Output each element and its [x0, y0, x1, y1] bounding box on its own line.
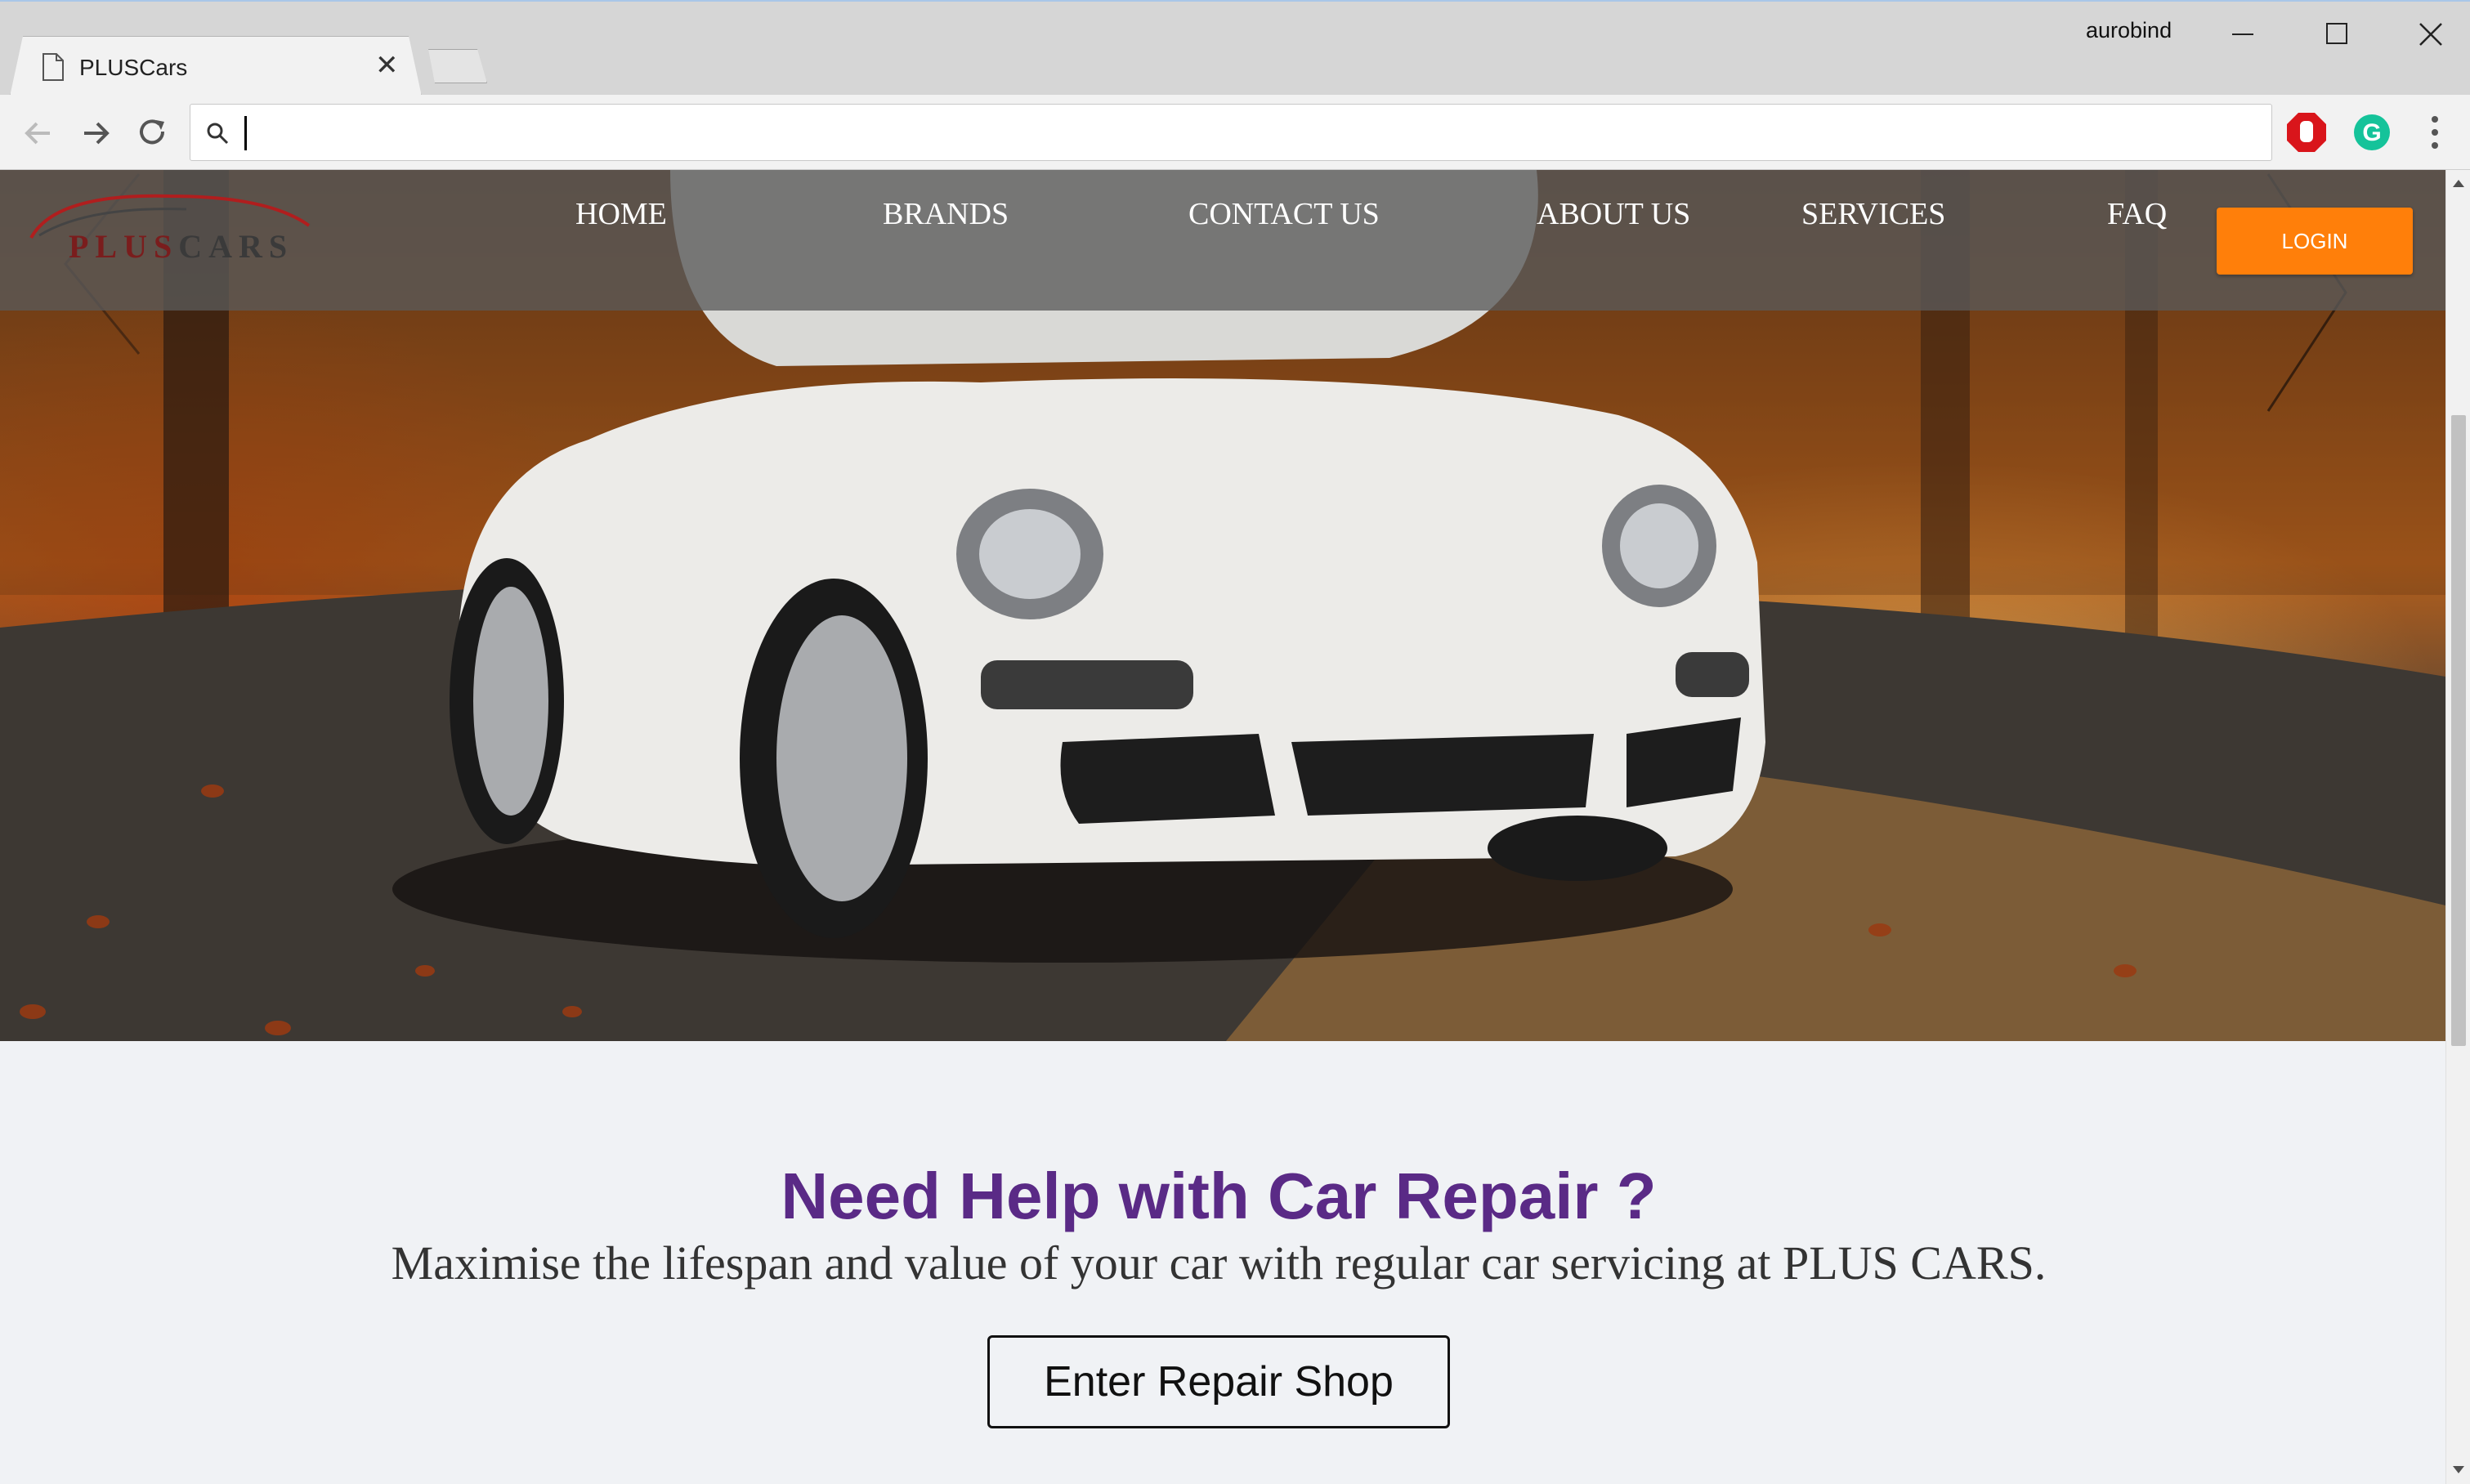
help-subtitle: Maximise the lifespan and value of your …	[391, 1236, 2047, 1290]
nav-home[interactable]: HOME	[575, 196, 667, 232]
nav-contact-us[interactable]: CONTACT US	[1188, 196, 1380, 232]
forward-icon[interactable]	[72, 110, 119, 157]
page-icon	[43, 53, 64, 81]
site-logo[interactable]: PLUSCARS	[23, 185, 317, 275]
page-scrollbar[interactable]	[2445, 170, 2470, 1484]
hero-carousel: PLUSCARS HOME BRANDS CONTACT US ABOUT US…	[0, 170, 2445, 1041]
close-icon[interactable]	[2390, 11, 2470, 57]
logo-text: PLUSCARS	[69, 227, 293, 266]
tab-close-icon[interactable]: ✕	[375, 51, 399, 79]
browser-tab[interactable]: PLUSCars ✕	[10, 36, 422, 96]
login-button[interactable]: LOGIN	[2217, 208, 2413, 275]
back-icon[interactable]	[15, 110, 62, 157]
site-navbar: PLUSCARS HOME BRANDS CONTACT US ABOUT US…	[0, 170, 2445, 311]
tab-title: PLUSCars	[79, 55, 188, 80]
minimize-icon[interactable]	[2204, 11, 2285, 57]
profile-name[interactable]: aurobind	[2086, 18, 2172, 43]
nav-services[interactable]: SERVICES	[1801, 196, 1945, 232]
scroll-down-icon[interactable]	[2453, 1466, 2464, 1473]
text-caret	[244, 116, 247, 150]
adblock-extension-icon[interactable]	[2285, 111, 2328, 154]
scroll-thumb[interactable]	[2451, 415, 2466, 1046]
grammarly-extension-icon[interactable]: G	[2351, 111, 2393, 154]
web-page: PLUSCARS HOME BRANDS CONTACT US ABOUT US…	[0, 170, 2445, 1484]
enter-repair-shop-button[interactable]: Enter Repair Shop	[987, 1335, 1450, 1428]
browser-titlebar: PLUSCars ✕ aurobind	[0, 0, 2470, 96]
browser-toolbar: G	[0, 95, 2470, 170]
address-input[interactable]	[244, 113, 2255, 152]
address-bar[interactable]	[190, 104, 2272, 161]
reload-icon[interactable]	[129, 110, 177, 157]
menu-icon[interactable]	[2416, 111, 2454, 154]
svg-text:G: G	[2362, 119, 2381, 146]
help-title: Need Help with Car Repair ?	[781, 1160, 1657, 1232]
scroll-up-icon[interactable]	[2453, 180, 2464, 187]
nav-brands[interactable]: BRANDS	[883, 196, 1009, 232]
new-tab-button[interactable]	[428, 49, 487, 83]
search-icon	[207, 123, 229, 145]
logo-cars: CARS	[178, 228, 294, 265]
maximize-icon[interactable]	[2297, 11, 2378, 57]
logo-plus: PLUS	[69, 228, 179, 265]
nav-about-us[interactable]: ABOUT US	[1537, 196, 1690, 232]
nav-faq[interactable]: FAQ	[2107, 196, 2167, 232]
